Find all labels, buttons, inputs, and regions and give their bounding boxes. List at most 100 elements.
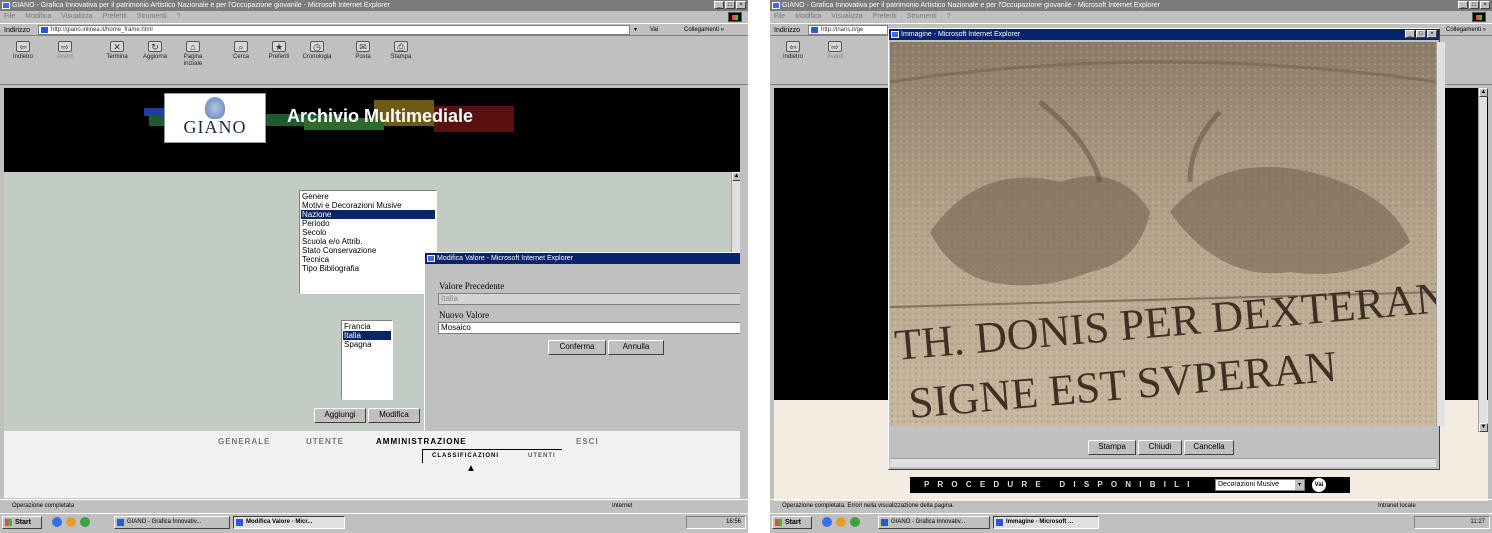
close-icon[interactable]: × bbox=[1480, 1, 1490, 9]
nav-user[interactable]: UTENTE bbox=[306, 437, 344, 446]
minimize-icon[interactable]: _ bbox=[1458, 1, 1468, 9]
left-screenshot: GIANO - Grafica Innovativa per il patrim… bbox=[0, 0, 748, 533]
chevron-down-icon[interactable]: ▾ bbox=[1295, 480, 1304, 490]
go-button[interactable]: Vai bbox=[1312, 478, 1326, 492]
taskbar-giano[interactable]: GIANO - Grafica Innovativ... bbox=[878, 516, 990, 529]
links-label[interactable]: Collegamenti » bbox=[684, 24, 724, 37]
close-icon[interactable]: × bbox=[736, 1, 746, 9]
go-button[interactable]: Vai bbox=[650, 24, 658, 37]
menu-favorites[interactable]: Preferiti bbox=[103, 13, 127, 20]
list-item[interactable]: Motivi e Decorazioni Musive bbox=[301, 201, 435, 210]
home-button[interactable]: ⌂ Pagina iniziale bbox=[176, 41, 210, 68]
favorites-button[interactable]: ★ Preferiti bbox=[262, 41, 296, 61]
menu-edit[interactable]: Modifica bbox=[795, 13, 821, 20]
subnav-users[interactable]: UTENTI bbox=[528, 453, 556, 459]
desktop-quicklaunch-icon[interactable] bbox=[66, 517, 76, 527]
confirm-button[interactable]: Conferma bbox=[548, 340, 606, 355]
cancel-button[interactable]: Annulla bbox=[608, 340, 664, 355]
minimize-icon[interactable]: _ bbox=[714, 1, 724, 9]
minimize-icon[interactable]: _ bbox=[1405, 30, 1415, 38]
popup-hscrollbar[interactable] bbox=[890, 458, 1436, 467]
taskbar-giano[interactable]: GIANO - Grafica Innovativ... bbox=[114, 516, 230, 529]
menu-view[interactable]: Visualizza bbox=[61, 13, 92, 20]
forward-button[interactable]: ⇨ Avanti bbox=[48, 41, 82, 61]
delete-button[interactable]: Cancella bbox=[1184, 440, 1234, 455]
start-button[interactable]: Start bbox=[2, 516, 42, 529]
ie-quicklaunch-icon[interactable] bbox=[822, 517, 832, 527]
menu-help[interactable]: ? bbox=[177, 13, 181, 20]
search-button[interactable]: ⌕ Cerca bbox=[224, 41, 258, 61]
address-bar: Indirizzo http://giano.inlinea.it/home_f… bbox=[0, 23, 748, 36]
list-item[interactable]: Scuola e/o Attrib. bbox=[301, 237, 435, 246]
taskbar-edit-value[interactable]: Modifica Valore - Micr... bbox=[233, 516, 345, 529]
list-item[interactable]: Tipo Bibliografia bbox=[301, 264, 435, 273]
subnav-divider bbox=[422, 449, 423, 463]
scroll-up-icon[interactable]: ▲ bbox=[732, 172, 740, 181]
refresh-button[interactable]: ↻ Aggiorna bbox=[138, 41, 172, 61]
menu-view[interactable]: Visualizza bbox=[831, 13, 862, 20]
procedure-select[interactable]: Decorazioni Musive ▾ bbox=[1215, 479, 1305, 491]
list-item[interactable]: Spagna bbox=[343, 340, 391, 349]
ie-quicklaunch-icon[interactable] bbox=[52, 517, 62, 527]
desktop-quicklaunch-icon[interactable] bbox=[836, 517, 846, 527]
address-input[interactable]: http://inaris.it/ge bbox=[808, 25, 888, 35]
print-button[interactable]: ⎙ Stampa bbox=[384, 41, 418, 61]
nav-exit[interactable]: ESCI bbox=[576, 437, 599, 446]
page-banner: GIANO Archivio Multimediale bbox=[4, 88, 740, 172]
subnav-classifications[interactable]: CLASSIFICAZIONI bbox=[432, 453, 499, 459]
list-item[interactable]: Genere bbox=[301, 192, 435, 201]
scroll-down-icon[interactable]: ▼ bbox=[1479, 423, 1488, 432]
list-item-selected[interactable]: Nazione bbox=[301, 210, 435, 219]
mail-button[interactable]: ✉ Posta bbox=[346, 41, 380, 61]
maximize-icon[interactable]: □ bbox=[725, 1, 735, 9]
category-listbox[interactable]: Genere Motivi e Decorazioni Musive Nazio… bbox=[299, 190, 437, 294]
new-value-input[interactable]: Mosaico bbox=[438, 322, 740, 334]
edit-button[interactable]: Modifica bbox=[368, 408, 420, 423]
ie-title-bar: GIANO - Grafica Innovativa per il patrim… bbox=[0, 0, 748, 11]
old-value-label: Valore Precedente bbox=[439, 281, 505, 291]
list-item[interactable]: Stato Conservazione bbox=[301, 246, 435, 255]
nav-general[interactable]: GENERALE bbox=[218, 437, 270, 446]
channels-quicklaunch-icon[interactable] bbox=[80, 517, 90, 527]
print-button[interactable]: Stampa bbox=[1088, 440, 1136, 455]
taskbar-image-window[interactable]: Immagine - Microsoft ... bbox=[993, 516, 1099, 529]
menu-file[interactable]: File bbox=[4, 13, 15, 20]
menu-favorites[interactable]: Preferiti bbox=[873, 13, 897, 20]
address-label: Indirizzo bbox=[4, 27, 31, 34]
forward-button[interactable]: ⇨ Avanti bbox=[818, 41, 852, 61]
list-item-selected[interactable]: Italia bbox=[343, 331, 391, 340]
menu-file[interactable]: File bbox=[774, 13, 785, 20]
links-label[interactable]: Collegamenti » bbox=[1446, 24, 1486, 37]
windows-logo-icon bbox=[728, 12, 742, 22]
close-button[interactable]: Chiudi bbox=[1138, 440, 1182, 455]
add-button[interactable]: Aggiungi bbox=[314, 408, 366, 423]
menu-help[interactable]: ? bbox=[947, 13, 951, 20]
list-item[interactable]: Tecnica bbox=[301, 255, 435, 264]
list-item[interactable]: Secolo bbox=[301, 228, 435, 237]
stop-icon: ✕ bbox=[110, 41, 124, 52]
list-item[interactable]: Francia bbox=[343, 322, 391, 331]
mosaic-photo: TH. DONIS PER DEXTERAN SIGNE EST SVPERAN bbox=[890, 42, 1437, 426]
back-button[interactable]: ⇦ Indietro bbox=[776, 41, 810, 61]
page-scrollbar[interactable]: ▲ ▼ bbox=[1478, 88, 1488, 432]
popup-scrollbar[interactable] bbox=[1436, 42, 1445, 426]
menu-tools[interactable]: Strumenti bbox=[907, 13, 937, 20]
nav-administration[interactable]: AMMINISTRAZIONE bbox=[376, 437, 467, 446]
scroll-up-icon[interactable]: ▲ bbox=[1479, 88, 1488, 97]
maximize-icon[interactable]: □ bbox=[1416, 30, 1426, 38]
address-dropdown-icon[interactable]: ▾ bbox=[634, 24, 637, 37]
list-item[interactable]: Periodo bbox=[301, 219, 435, 228]
status-bar: Operazione completata. Errori nella visu… bbox=[770, 499, 1492, 511]
address-input[interactable]: http://giano.inlinea.it/home_frame.html bbox=[38, 25, 630, 35]
channels-quicklaunch-icon[interactable] bbox=[850, 517, 860, 527]
menu-edit[interactable]: Modifica bbox=[25, 13, 51, 20]
maximize-icon[interactable]: □ bbox=[1469, 1, 1479, 9]
values-listbox[interactable]: Francia Italia Spagna bbox=[341, 320, 393, 400]
back-button[interactable]: ⇦ Indietro bbox=[6, 41, 40, 61]
close-icon[interactable]: × bbox=[1427, 30, 1437, 38]
start-button[interactable]: Start bbox=[772, 516, 812, 529]
menu-tools[interactable]: Strumenti bbox=[137, 13, 167, 20]
history-button[interactable]: ◷ Cronologia bbox=[300, 41, 334, 61]
admin-navbar: GENERALE UTENTE AMMINISTRAZIONE ESCI CLA… bbox=[4, 431, 740, 498]
stop-button[interactable]: ✕ Termina bbox=[100, 41, 134, 61]
